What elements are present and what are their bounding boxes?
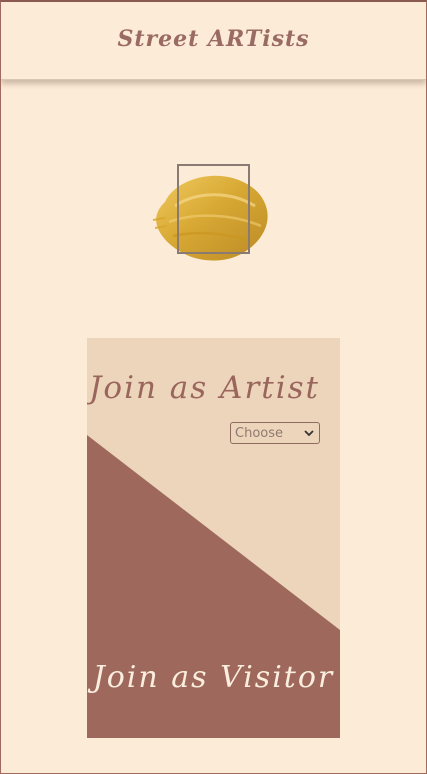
- join-card: Join as Artist Choose Join as Visitor: [87, 338, 340, 738]
- app-title: Street ARTists: [117, 25, 310, 52]
- join-as-visitor-button[interactable]: Join as Visitor: [87, 660, 340, 695]
- artist-type-select-value: Choose: [235, 425, 283, 441]
- paint-stroke-icon: [152, 164, 268, 261]
- app-header: Street ARTists: [1, 2, 426, 80]
- chevron-down-icon: [304, 430, 314, 437]
- app-frame: Street ARTists Join as Artist Choose Joi…: [0, 0, 427, 774]
- paint-brush-logo: [151, 162, 273, 266]
- artist-type-select[interactable]: Choose: [230, 422, 320, 444]
- join-as-artist-button[interactable]: Join as Artist: [89, 370, 320, 406]
